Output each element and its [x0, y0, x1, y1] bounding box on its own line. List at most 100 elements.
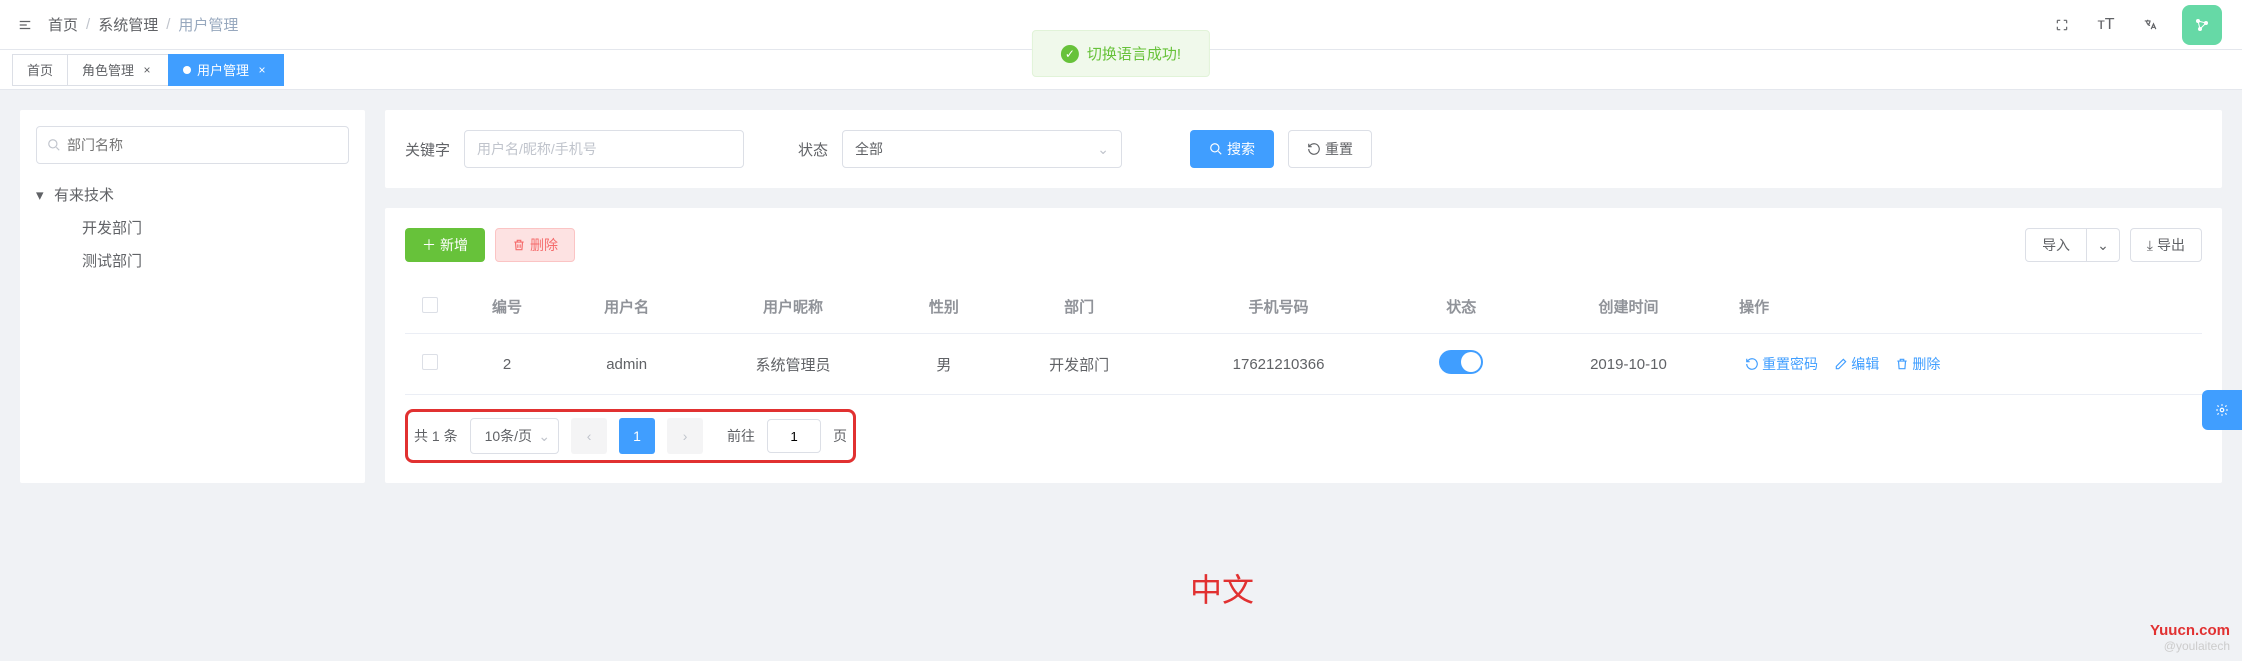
search-icon: [47, 138, 61, 152]
edit-icon: [1834, 357, 1848, 371]
select-value: 10条/页: [485, 426, 532, 446]
col-phone: 手机号码: [1162, 280, 1394, 334]
page-total: 共 1 条: [414, 426, 458, 446]
close-icon[interactable]: ×: [140, 63, 154, 77]
fullscreen-icon[interactable]: [2050, 13, 2074, 37]
goto-input[interactable]: [767, 419, 821, 453]
dept-search-input[interactable]: [67, 137, 338, 153]
import-dropdown[interactable]: ⌄: [2087, 228, 2120, 262]
watermark-sub: @youlaitech: [2150, 639, 2230, 653]
refresh-icon: [1745, 357, 1759, 371]
search-button[interactable]: 搜索: [1190, 130, 1274, 168]
breadcrumb-home[interactable]: 首页: [48, 14, 78, 35]
col-dept: 部门: [996, 280, 1162, 334]
font-size-icon[interactable]: тT: [2094, 13, 2118, 37]
tree-label: 开发部门: [82, 217, 142, 238]
chevron-down-icon: ⌄: [538, 428, 550, 445]
select-value: 全部: [855, 139, 883, 159]
row-checkbox[interactable]: [422, 354, 438, 370]
cell-user: admin: [559, 334, 694, 395]
filter-panel: 关键字 状态 全部 ⌄ 搜索 重置: [385, 110, 2222, 188]
col-user: 用户名: [559, 280, 694, 334]
dept-sidebar: ▾有来技术 开发部门 测试部门: [20, 110, 365, 483]
dept-tree: ▾有来技术 开发部门 测试部门: [36, 178, 349, 277]
cell-dept: 开发部门: [996, 334, 1162, 395]
caret-down-icon: ▾: [36, 186, 50, 204]
prev-page-button[interactable]: ‹: [571, 418, 607, 454]
cell-time: 2019-10-10: [1528, 334, 1729, 395]
table-row: 2 admin 系统管理员 男 开发部门 17621210366 2019-10…: [405, 334, 2202, 395]
tab-label: 角色管理: [82, 60, 134, 79]
col-sex: 性别: [892, 280, 996, 334]
keyword-input[interactable]: [464, 130, 744, 168]
status-select[interactable]: 全部 ⌄: [842, 130, 1122, 168]
tree-node-root[interactable]: ▾有来技术: [36, 178, 349, 211]
export-button[interactable]: ⤓ 导出: [2130, 228, 2202, 262]
tab-label: 首页: [27, 60, 53, 79]
col-nick: 用户昵称: [694, 280, 892, 334]
watermark-brand: Yuucn.com: [2150, 622, 2230, 639]
btn-label: 删除: [530, 235, 558, 255]
btn-label: 导出: [2157, 235, 2185, 255]
language-icon[interactable]: [2138, 13, 2162, 37]
delete-button[interactable]: 删除: [495, 228, 575, 262]
page-unit: 页: [833, 426, 847, 446]
import-button[interactable]: 导入: [2025, 228, 2087, 262]
main: 关键字 状态 全部 ⌄ 搜索 重置: [385, 110, 2222, 483]
reset-password-link[interactable]: 重置密码: [1745, 354, 1818, 374]
plus-icon: ＋: [422, 235, 436, 255]
col-time: 创建时间: [1528, 280, 1729, 334]
tab-label: 用户管理: [197, 60, 249, 79]
goto-label: 前往: [727, 426, 755, 446]
breadcrumb-current: 用户管理: [178, 14, 238, 35]
tab-user[interactable]: 用户管理 ×: [168, 54, 284, 86]
dept-search[interactable]: [36, 126, 349, 164]
trash-icon: [1895, 357, 1909, 371]
tree-label: 有来技术: [54, 184, 114, 205]
cell-id: 2: [455, 334, 559, 395]
toolbar: ＋新增 删除 导入 ⌄ ⤓ 导出: [405, 228, 2202, 262]
link-label: 删除: [1912, 354, 1940, 374]
trash-icon: [512, 238, 526, 252]
edit-link[interactable]: 编辑: [1834, 354, 1879, 374]
status-label: 状态: [798, 139, 828, 160]
link-label: 编辑: [1851, 354, 1879, 374]
annotation-text: 中文: [1190, 565, 1254, 611]
select-all-checkbox[interactable]: [422, 297, 438, 313]
body: ▾有来技术 开发部门 测试部门 关键字 状态 全部 ⌄ 搜索: [0, 90, 2242, 503]
cell-sex: 男: [892, 334, 996, 395]
pagination: 共 1 条 10条/页 ⌄ ‹ 1 › 前往 页: [405, 409, 856, 463]
toast: ✓ 切换语言成功!: [1032, 30, 1210, 77]
download-icon: ⤓: [2147, 237, 2153, 254]
table-panel: ＋新增 删除 导入 ⌄ ⤓ 导出: [385, 208, 2222, 483]
search-icon: [1209, 142, 1223, 156]
settings-floating-button[interactable]: [2202, 390, 2242, 430]
user-table: 编号 用户名 用户昵称 性别 部门 手机号码 状态 创建时间 操作 2: [405, 280, 2202, 395]
reset-button[interactable]: 重置: [1288, 130, 1372, 168]
page-number-button[interactable]: 1: [619, 418, 655, 454]
tree-node-dev[interactable]: 开发部门: [36, 211, 349, 244]
tree-node-test[interactable]: 测试部门: [36, 244, 349, 277]
toast-text: 切换语言成功!: [1087, 43, 1181, 64]
header-right: тT: [2050, 5, 2222, 45]
menu-toggle-icon[interactable]: [10, 10, 40, 40]
tab-home[interactable]: 首页: [12, 54, 68, 86]
import-button-group: 导入 ⌄: [2025, 228, 2120, 262]
status-switch[interactable]: [1439, 350, 1483, 374]
breadcrumb-sys[interactable]: 系统管理: [98, 14, 158, 35]
link-label: 重置密码: [1762, 354, 1818, 374]
col-status: 状态: [1395, 280, 1528, 334]
kw-label: 关键字: [405, 139, 450, 160]
close-icon[interactable]: ×: [255, 63, 269, 77]
next-page-button[interactable]: ›: [667, 418, 703, 454]
add-button[interactable]: ＋新增: [405, 228, 485, 262]
btn-label: 搜索: [1227, 139, 1255, 159]
breadcrumb-sep: /: [86, 16, 90, 33]
cell-phone: 17621210366: [1162, 334, 1394, 395]
avatar[interactable]: [2182, 5, 2222, 45]
tab-role[interactable]: 角色管理 ×: [67, 54, 169, 86]
refresh-icon: [1307, 142, 1321, 156]
check-icon: ✓: [1061, 45, 1079, 63]
page-size-select[interactable]: 10条/页 ⌄: [470, 418, 559, 454]
delete-link[interactable]: 删除: [1895, 354, 1940, 374]
